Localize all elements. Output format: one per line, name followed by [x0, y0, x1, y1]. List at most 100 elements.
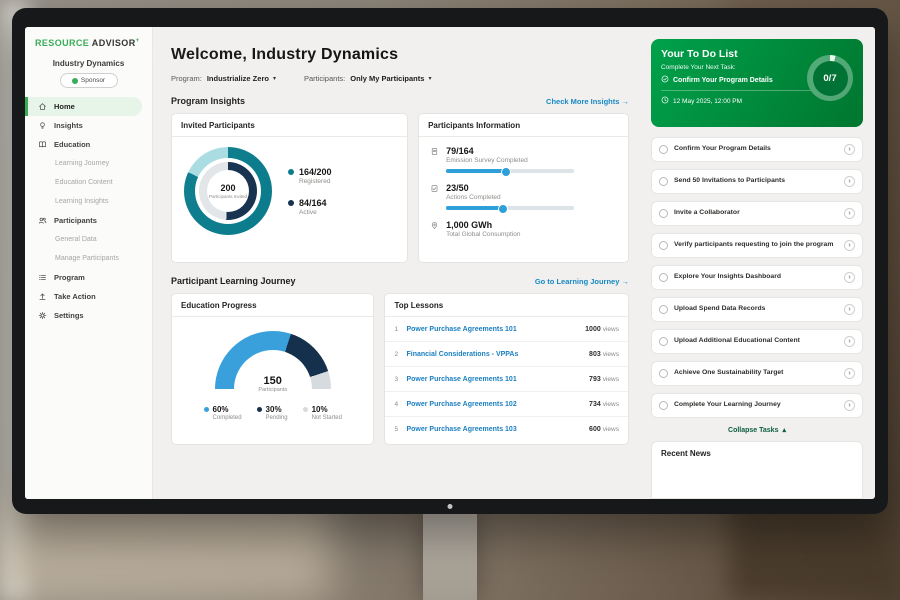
task-row[interactable]: Upload Additional Educational Content › [651, 329, 863, 354]
legend-value: 84/164 [299, 198, 327, 208]
task-checkbox[interactable] [659, 401, 668, 410]
chevron-right-icon[interactable]: › [844, 208, 855, 219]
lesson-link[interactable]: Power Purchase Agreements 101 [406, 376, 589, 383]
stat-value: 1,000 GWh [446, 220, 520, 230]
sidebar-item-home[interactable]: Home [25, 97, 142, 116]
top-lessons-card: Top Lessons 1 Power Purchase Agreements … [384, 293, 629, 445]
sidebar-item-education-content[interactable]: Education Content [25, 173, 152, 192]
todo-next-task[interactable]: Confirm Your Program Details [661, 75, 811, 85]
app-logo[interactable]: RESOURCE ADVISOR+ [25, 38, 152, 48]
legend-dot [288, 200, 294, 206]
task-checkbox[interactable] [659, 305, 668, 314]
program-filter-dropdown[interactable]: Program: Industrialize Zero ▾ [171, 74, 276, 83]
checklist-icon [429, 184, 439, 210]
sidebar-item-take-action[interactable]: Take Action [25, 287, 152, 306]
legend-item-registered: 164/200 Registered [288, 167, 332, 185]
lesson-link[interactable]: Power Purchase Agreements 102 [406, 401, 589, 408]
monitor-bezel: RESOURCE ADVISOR+ Industry Dynamics Spon… [12, 8, 888, 514]
chevron-right-icon[interactable]: › [844, 144, 855, 155]
chevron-right-icon[interactable]: › [844, 240, 855, 251]
section-title: Participant Learning Journey [171, 276, 296, 286]
sidebar-item-label: Learning Insights [55, 198, 108, 205]
sidebar-item-manage-participants[interactable]: Manage Participants [25, 249, 152, 268]
sidebar-item-settings[interactable]: Settings [25, 306, 152, 325]
recent-news-title: Recent News [661, 449, 711, 458]
lesson-row[interactable]: 1 Power Purchase Agreements 101 1000 vie… [385, 317, 628, 342]
chevron-right-icon[interactable]: › [844, 176, 855, 187]
sponsor-badge-icon [72, 78, 78, 84]
arrow-right-icon: → [622, 277, 630, 286]
todo-progress-value: 0/7 [813, 61, 848, 96]
task-checkbox[interactable] [659, 369, 668, 378]
insights-icon [37, 121, 48, 130]
lesson-link[interactable]: Financial Considerations - VPPAs [406, 351, 589, 358]
task-checkbox[interactable] [659, 241, 668, 250]
collapse-tasks-button[interactable]: Collapse Tasks ▴ [651, 426, 863, 434]
legend-label: Registered [299, 178, 332, 185]
progress-bar-track [446, 206, 574, 210]
chevron-right-icon[interactable]: › [844, 368, 855, 379]
section-title: Program Insights [171, 96, 245, 106]
chevron-right-icon[interactable]: › [844, 304, 855, 315]
legend-item-pending: 30%Pending [257, 405, 288, 421]
lesson-row[interactable]: 3 Power Purchase Agreements 101 793 view… [385, 367, 628, 392]
sidebar-item-label: Program [54, 273, 85, 282]
check-circle-icon [661, 75, 669, 85]
lesson-row[interactable]: 2 Financial Considerations - VPPAs 803 v… [385, 342, 628, 367]
task-row[interactable]: Upload Spend Data Records › [651, 297, 863, 322]
sidebar-item-label: Participants [54, 216, 97, 225]
sidebar-item-learning-insights[interactable]: Learning Insights [25, 192, 152, 211]
location-pin-icon [429, 221, 439, 238]
divider [661, 90, 811, 91]
task-row[interactable]: Verify participants requesting to join t… [651, 233, 863, 258]
gauge-center: 150 Participants [215, 375, 331, 393]
task-checkbox[interactable] [659, 273, 668, 282]
home-icon [37, 102, 48, 111]
chevron-right-icon[interactable]: › [844, 272, 855, 283]
chevron-down-icon: ▾ [428, 75, 431, 82]
task-row[interactable]: Explore Your Insights Dashboard › [651, 265, 863, 290]
participants-information-card: Participants Information 79/164 Emission… [418, 113, 629, 263]
lesson-row[interactable]: 4 Power Purchase Agreements 102 734 view… [385, 392, 628, 417]
education-gauge-chart: 150 Participants [215, 331, 331, 393]
card-title: Top Lessons [385, 294, 628, 317]
task-checkbox[interactable] [659, 209, 668, 218]
task-row[interactable]: Confirm Your Program Details › [651, 137, 863, 162]
chevron-right-icon[interactable]: › [844, 400, 855, 411]
stat-label: Actions Completed [446, 194, 574, 201]
task-row[interactable]: Invite a Collaborator › [651, 201, 863, 226]
sidebar-item-label: Education Content [55, 179, 113, 186]
card-title: Invited Participants [172, 114, 407, 137]
recent-news-card[interactable]: Recent News [651, 441, 863, 499]
task-row[interactable]: Achieve One Sustainability Target › [651, 361, 863, 386]
todo-panel: Your To Do List Complete Your Next Task:… [643, 27, 875, 499]
gauge-center-label: Participants [215, 387, 331, 393]
task-row[interactable]: Send 50 Invitations to Participants › [651, 169, 863, 194]
sidebar-item-education[interactable]: Education [25, 135, 152, 154]
check-more-insights-link[interactable]: Check More Insights → [546, 97, 629, 106]
gear-icon [37, 311, 48, 320]
stat-value: 23/50 [446, 183, 574, 193]
chevron-right-icon[interactable]: › [844, 336, 855, 347]
sponsor-badge-label: Sponsor [81, 77, 105, 84]
sidebar-item-label: Manage Participants [55, 255, 119, 262]
legend-item-not-started: 10%Not Started [303, 405, 342, 421]
sidebar-item-program[interactable]: Program [25, 268, 152, 287]
task-row[interactable]: Complete Your Learning Journey › [651, 393, 863, 418]
sidebar-item-insights[interactable]: Insights [25, 116, 152, 135]
main-content: Welcome, Industry Dynamics Program: Indu… [153, 27, 643, 499]
lesson-link[interactable]: Power Purchase Agreements 101 [406, 326, 585, 333]
lesson-row[interactable]: 5 Power Purchase Agreements 103 600 view… [385, 417, 628, 442]
task-checkbox[interactable] [659, 337, 668, 346]
participants-filter-dropdown[interactable]: Participants: Only My Participants ▾ [304, 74, 431, 83]
task-checkbox[interactable] [659, 145, 668, 154]
sidebar-item-general-data[interactable]: General Data [25, 230, 152, 249]
lesson-link[interactable]: Power Purchase Agreements 103 [406, 426, 589, 433]
sidebar-item-learning-journey[interactable]: Learning Journey [25, 154, 152, 173]
sponsor-badge[interactable]: Sponsor [60, 73, 118, 88]
legend-label: Active [299, 209, 327, 216]
sidebar-item-label: General Data [55, 236, 97, 243]
task-checkbox[interactable] [659, 177, 668, 186]
sidebar-item-participants[interactable]: Participants [25, 211, 152, 230]
go-to-learning-journey-link[interactable]: Go to Learning Journey → [535, 277, 629, 286]
